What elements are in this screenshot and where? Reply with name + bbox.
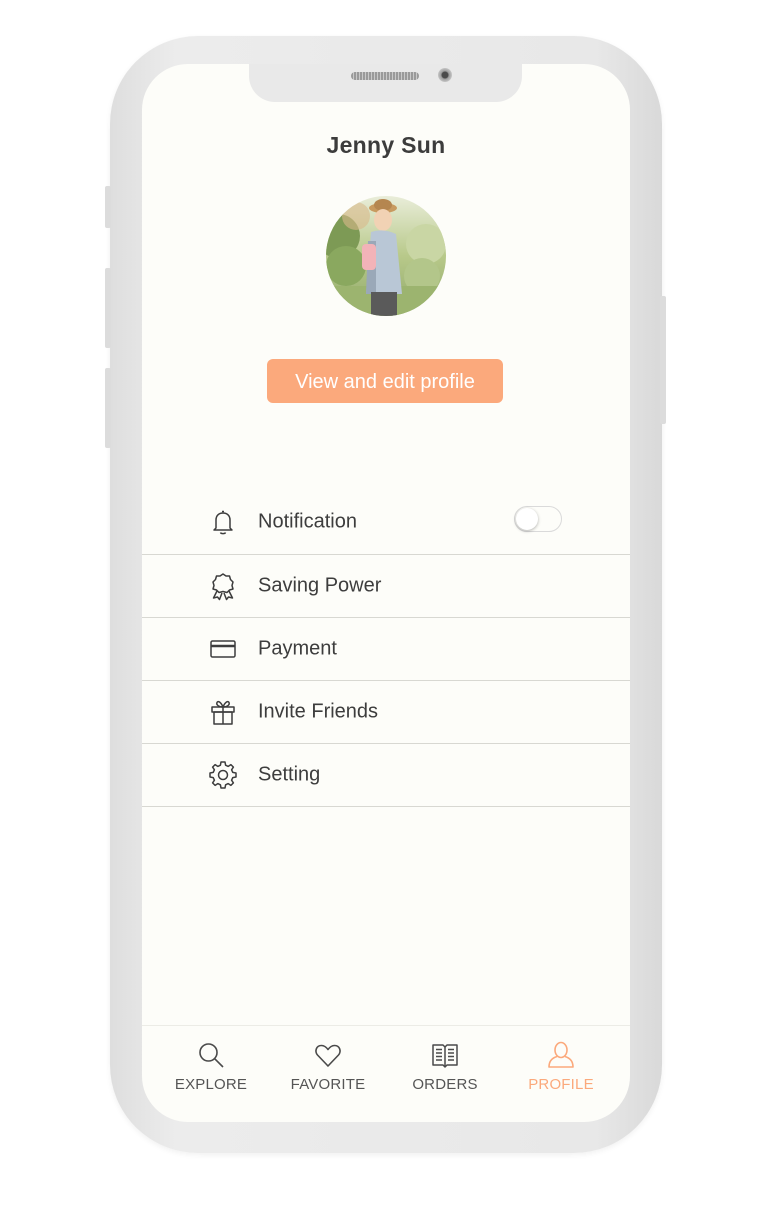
credit-card-icon	[210, 640, 236, 658]
book-icon	[432, 1044, 458, 1068]
notification-toggle[interactable]	[514, 506, 562, 532]
notch	[249, 64, 522, 102]
tab-explore[interactable]: EXPLORE	[150, 1026, 272, 1106]
bell-icon	[213, 510, 233, 535]
silent-switch	[105, 186, 111, 228]
profile-name: Jenny Sun	[326, 132, 446, 158]
menu-item-notification[interactable]: Notification	[142, 490, 630, 555]
avatar[interactable]	[326, 196, 446, 316]
tab-orders[interactable]: ORDERS	[384, 1026, 506, 1106]
gift-icon	[211, 700, 235, 725]
toggle-knob	[516, 508, 538, 530]
tab-favorite[interactable]: FAVORITE	[267, 1026, 389, 1106]
speaker-grille	[351, 72, 419, 80]
tab-label: EXPLORE	[174, 1076, 248, 1093]
power-button	[660, 296, 666, 424]
tab-label: FAVORITE	[290, 1076, 366, 1093]
menu-item-label: Invite Friends	[258, 700, 379, 723]
award-ribbon-icon	[212, 573, 234, 601]
search-icon	[199, 1043, 224, 1068]
person-icon	[548, 1041, 574, 1068]
avatar-photo	[326, 196, 446, 316]
menu-item-setting[interactable]: Setting	[142, 744, 630, 807]
tab-label: ORDERS	[412, 1076, 478, 1093]
menu-item-label: Notification	[258, 510, 357, 533]
menu-item-label: Saving Power	[258, 574, 382, 597]
bottom-tab-bar: EXPLORE FAVORITE ORDERS PROFILE	[142, 1025, 630, 1106]
menu-item-payment[interactable]: Payment	[142, 618, 630, 681]
view-edit-profile-button[interactable]: View and edit profile	[267, 359, 503, 403]
tab-label: PROFILE	[528, 1076, 594, 1093]
volume-down-button	[105, 368, 111, 448]
tab-profile[interactable]: PROFILE	[500, 1026, 622, 1106]
menu-item-invite-friends[interactable]: Invite Friends	[142, 681, 630, 744]
front-camera	[438, 68, 452, 82]
volume-up-button	[105, 268, 111, 348]
settings-menu: Notification Saving Power Payment Invite…	[142, 490, 630, 807]
gear-icon	[209, 761, 237, 789]
menu-item-label: Setting	[258, 763, 321, 786]
menu-item-label: Payment	[258, 637, 337, 660]
menu-item-saving-power[interactable]: Saving Power	[142, 555, 630, 618]
heart-icon	[315, 1044, 341, 1067]
